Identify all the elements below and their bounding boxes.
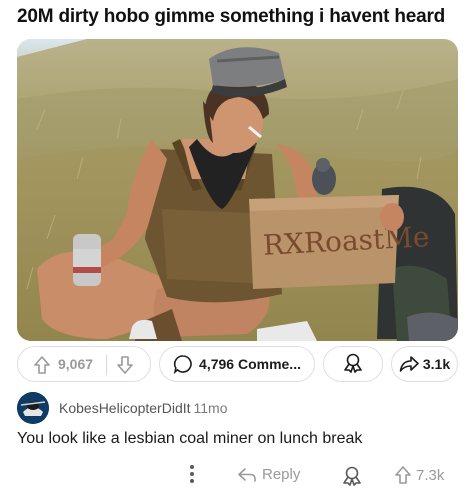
comment-author[interactable]: KobesHelicopterDidIt	[59, 400, 191, 416]
vote-divider	[106, 355, 107, 375]
comment-award-icon[interactable]	[341, 466, 363, 490]
award-icon	[342, 353, 364, 376]
vote-pill: 9,067	[17, 346, 151, 382]
comment-author-line: KobesHelicopterDidIt 11mo	[59, 400, 228, 416]
comment-score: 7.3k	[416, 466, 445, 484]
reply-icon	[238, 467, 256, 482]
share-arrow-icon	[399, 355, 419, 373]
post-title[interactable]: 20M dirty hobo gimme something i havent …	[17, 6, 462, 28]
award-button[interactable]	[323, 346, 383, 382]
post-score: 9,067	[58, 356, 94, 372]
comment-actions: Reply 7.3k	[17, 463, 458, 489]
comments-label: 4,796 Comme...	[199, 356, 301, 372]
comment-upvote-button[interactable]: 7.3k	[395, 466, 444, 484]
reply-button[interactable]: Reply	[237, 466, 300, 483]
share-count: 3.1k	[422, 356, 451, 372]
reply-label: Reply	[262, 466, 301, 483]
comments-button[interactable]: 4,796 Comme...	[159, 346, 315, 382]
comment-upvote-icon	[395, 466, 411, 484]
more-vertical-icon[interactable]	[189, 464, 195, 488]
upvote-icon[interactable]	[34, 356, 50, 377]
downvote-icon[interactable]	[117, 356, 133, 377]
avatar[interactable]	[17, 392, 49, 424]
comment-bubble-icon	[173, 354, 193, 374]
comment-body: You look like a lesbian coal miner on lu…	[17, 430, 363, 447]
post-image[interactable]: RXRoastMe	[17, 39, 458, 341]
post-actions-bar: 9,067 4,796 Comme... 3.1k	[17, 346, 458, 384]
share-button[interactable]: 3.1k	[391, 346, 458, 382]
comment-time: 11mo	[193, 400, 228, 416]
